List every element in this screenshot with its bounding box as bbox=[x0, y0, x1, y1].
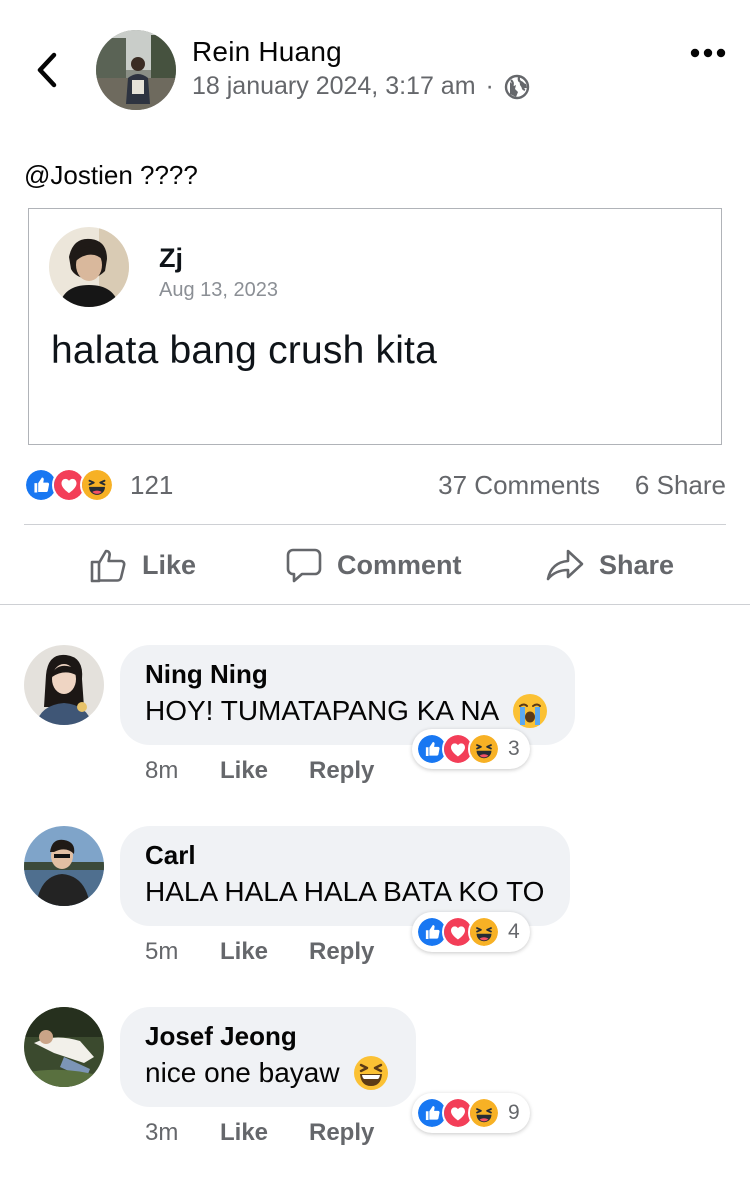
author-avatar[interactable] bbox=[96, 30, 176, 110]
haha-reaction-icon bbox=[468, 1097, 500, 1129]
comment-button[interactable]: Comment bbox=[285, 540, 462, 590]
comment-reaction-count: 4 bbox=[508, 920, 520, 943]
commenter-avatar[interactable] bbox=[24, 826, 104, 906]
thumbs-up-icon bbox=[90, 549, 126, 583]
chevron-left-icon bbox=[37, 52, 57, 88]
grinning-squinting-emoji-icon bbox=[353, 1056, 388, 1090]
share-button[interactable]: Share bbox=[545, 540, 674, 590]
comment-meta: 3m Like Reply bbox=[145, 1119, 374, 1147]
share-button-label: Share bbox=[599, 549, 675, 580]
comment-bubble[interactable]: Carl HALA HALA HALA BATA KO TO bbox=[120, 826, 571, 926]
shared-tweet-card[interactable]: Zj Aug 13, 2023 halata bang crush kita bbox=[28, 208, 722, 445]
tweet-author-name: Zj bbox=[159, 243, 183, 273]
commenter-avatar[interactable] bbox=[24, 645, 104, 725]
comment-meta: 8m Like Reply bbox=[145, 757, 374, 785]
comment-time: 5m bbox=[145, 938, 179, 965]
tweet-author-avatar bbox=[49, 227, 129, 307]
divider bbox=[24, 524, 726, 525]
post-timestamp[interactable]: 18 january 2024, 3:17 am bbox=[192, 72, 476, 101]
comment-time: 3m bbox=[145, 1119, 179, 1146]
haha-reaction-icon bbox=[468, 916, 500, 948]
commenter-name[interactable]: Josef Jeong bbox=[145, 1019, 390, 1053]
comment-reply-link[interactable]: Reply bbox=[309, 1119, 374, 1147]
commenter-avatar[interactable] bbox=[24, 1007, 104, 1087]
meta-separator: · bbox=[485, 72, 494, 100]
tweet-date: Aug 13, 2023 bbox=[159, 279, 278, 301]
comment-button-label: Comment bbox=[337, 549, 462, 580]
more-horizontal-icon bbox=[690, 48, 726, 58]
shares-count[interactable]: 6 Share bbox=[635, 470, 726, 501]
comment-reaction-count: 3 bbox=[508, 737, 520, 760]
comment-reactions[interactable]: 9 bbox=[412, 1093, 530, 1133]
comment-reply-link[interactable]: Reply bbox=[309, 757, 374, 785]
comment-meta: 5m Like Reply bbox=[145, 938, 374, 966]
comment-reactions[interactable]: 4 bbox=[412, 912, 530, 952]
comment-bubble-icon bbox=[286, 548, 322, 583]
reactions-summary: 121 37 Comments 6 Share bbox=[24, 468, 726, 504]
reaction-count[interactable]: 121 bbox=[130, 470, 173, 501]
haha-reaction-icon bbox=[80, 468, 114, 502]
post-text: @Jostien ???? bbox=[24, 160, 198, 190]
post-meta: 18 january 2024, 3:17 am · bbox=[192, 72, 530, 101]
comment-text: nice one bayaw bbox=[145, 1053, 390, 1093]
commenter-name[interactable]: Ning Ning bbox=[145, 657, 549, 691]
comment-bubble[interactable]: Josef Jeong nice one bayaw bbox=[120, 1007, 416, 1107]
like-button-label: Like bbox=[142, 549, 197, 580]
comment-like-link[interactable]: Like bbox=[220, 938, 309, 966]
share-arrow-icon bbox=[546, 549, 584, 581]
globe-icon bbox=[504, 74, 530, 99]
comment-text: HALA HALA HALA BATA KO TO bbox=[145, 876, 545, 907]
section-divider bbox=[0, 604, 750, 605]
comment-text: HOY! TUMATAPANG KA NA bbox=[145, 691, 549, 731]
haha-reaction-icon bbox=[468, 733, 500, 765]
comment-like-link[interactable]: Like bbox=[220, 1119, 309, 1147]
comment-time: 8m bbox=[145, 757, 179, 784]
comment-reply-link[interactable]: Reply bbox=[309, 938, 374, 966]
author-name[interactable]: Rein Huang bbox=[192, 36, 342, 68]
comment-reactions[interactable]: 3 bbox=[412, 729, 530, 769]
back-button[interactable] bbox=[30, 50, 64, 90]
loudly-crying-emoji-icon bbox=[513, 694, 548, 728]
tweet-body: halata bang crush kita bbox=[51, 329, 437, 372]
like-button[interactable]: Like bbox=[88, 540, 196, 590]
comment-reaction-count: 9 bbox=[508, 1101, 520, 1124]
comments-count[interactable]: 37 Comments bbox=[438, 470, 600, 501]
commenter-name[interactable]: Carl bbox=[145, 838, 544, 872]
reaction-icons[interactable] bbox=[24, 468, 114, 502]
more-options-button[interactable] bbox=[688, 38, 728, 68]
comment-like-link[interactable]: Like bbox=[220, 757, 309, 785]
